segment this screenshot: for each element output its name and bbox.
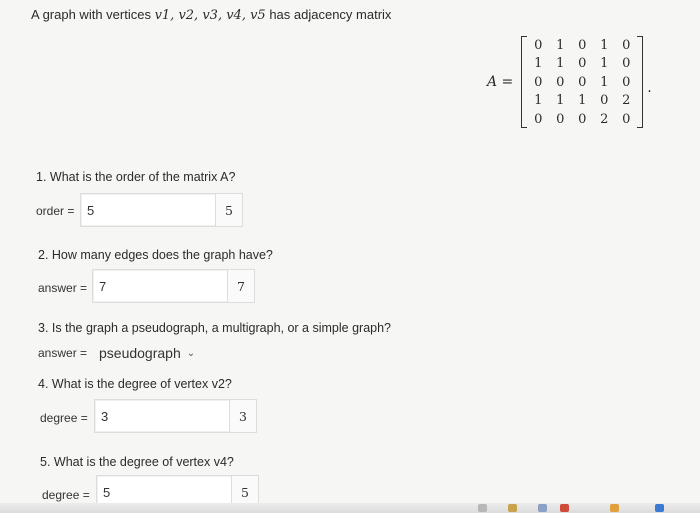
graph-type-label: answer =	[38, 346, 88, 360]
matrix-cell: 0	[534, 37, 543, 53]
matrix-label: A =	[487, 74, 514, 90]
edges-value: 7	[99, 279, 107, 294]
app-icon	[478, 504, 487, 512]
matrix-cell: 0	[534, 111, 543, 127]
order-label: order =	[36, 204, 75, 218]
order-preview: 5	[215, 193, 243, 227]
matrix-cell: 0	[534, 74, 543, 90]
matrix-body: 0 1 0 1 0 1 1 0 1 0 0 0 0 1 0 1 1 1 0 2	[521, 35, 644, 129]
intro-text: A graph with vertices v1, v2, v3, v4, v5…	[31, 7, 391, 23]
app-icon	[610, 504, 619, 512]
matrix-cell: 1	[578, 93, 587, 108]
question-3-text: 3. Is the graph a pseudograph, a multigr…	[38, 321, 391, 335]
matrix-cell: 1	[534, 56, 543, 71]
matrix-cell: 0	[578, 74, 587, 90]
matrix-row: 0 1 0 1 0	[527, 36, 637, 55]
app-icon	[508, 504, 517, 512]
matrix-cell: 0	[556, 74, 565, 90]
matrix-row: 1 1 1 0 2	[527, 91, 637, 110]
matrix-period: .	[647, 80, 652, 96]
edges-preview: 7	[227, 269, 255, 303]
degree-v4-label: degree =	[42, 488, 90, 502]
matrix-cell: 0	[578, 56, 587, 71]
degree-v4-value: 5	[103, 485, 111, 500]
matrix-row: 0 0 0 1 0	[527, 73, 637, 92]
matrix-cell: 2	[600, 111, 609, 127]
app-icon	[538, 504, 547, 512]
question-5-text: 5. What is the degree of vertex v4?	[40, 455, 234, 469]
question-4-text: 4. What is the degree of vertex v2?	[38, 377, 232, 391]
matrix-cell: 2	[622, 93, 631, 108]
matrix-cell: 0	[578, 37, 587, 53]
matrix-row: 1 1 0 1 0	[527, 54, 637, 73]
matrix-cell: 1	[556, 93, 565, 108]
intro-vertices: v1, v2, v3, v4, v5	[154, 8, 266, 23]
adjacency-matrix: A = 0 1 0 1 0 1 1 0 1 0 0 0 0 1 0 1 1 1 …	[487, 34, 652, 130]
app-icon	[655, 504, 664, 512]
matrix-cell: 1	[600, 37, 609, 53]
matrix-cell: 0	[622, 37, 631, 53]
matrix-cell: 0	[578, 111, 587, 127]
matrix-cell: 0	[622, 111, 631, 127]
graph-type-select[interactable]: pseudograph ⌄	[99, 342, 211, 364]
degree-v2-preview: 3	[229, 399, 257, 433]
matrix-cell: 1	[556, 56, 565, 71]
question-1-text: 1. What is the order of the matrix A?	[36, 170, 236, 184]
matrix-cell: 1	[534, 93, 543, 108]
order-value: 5	[87, 203, 95, 218]
matrix-cell: 1	[600, 56, 609, 71]
taskbar-edge	[0, 503, 700, 513]
degree-v2-input[interactable]: 3 3	[94, 399, 257, 433]
app-icon	[560, 504, 569, 512]
degree-v2-value: 3	[101, 409, 109, 424]
intro-prefix: A graph with vertices	[31, 7, 155, 22]
order-input[interactable]: 5 5	[80, 193, 243, 227]
matrix-cell: 0	[556, 111, 565, 127]
matrix-cell: 1	[600, 74, 609, 90]
edges-label: answer =	[38, 281, 88, 295]
intro-suffix: has adjacency matrix	[265, 7, 392, 22]
matrix-cell: 0	[622, 56, 631, 71]
matrix-cell: 0	[600, 93, 609, 108]
question-2-text: 2. How many edges does the graph have?	[38, 248, 273, 262]
matrix-cell: 1	[556, 37, 565, 53]
edges-input[interactable]: 7 7	[92, 269, 255, 303]
chevron-down-icon: ⌄	[186, 347, 196, 359]
graph-type-selected: pseudograph	[99, 345, 181, 361]
matrix-cell: 0	[622, 74, 631, 90]
degree-v2-label: degree =	[40, 411, 88, 425]
matrix-row: 0 0 0 2 0	[527, 110, 637, 129]
